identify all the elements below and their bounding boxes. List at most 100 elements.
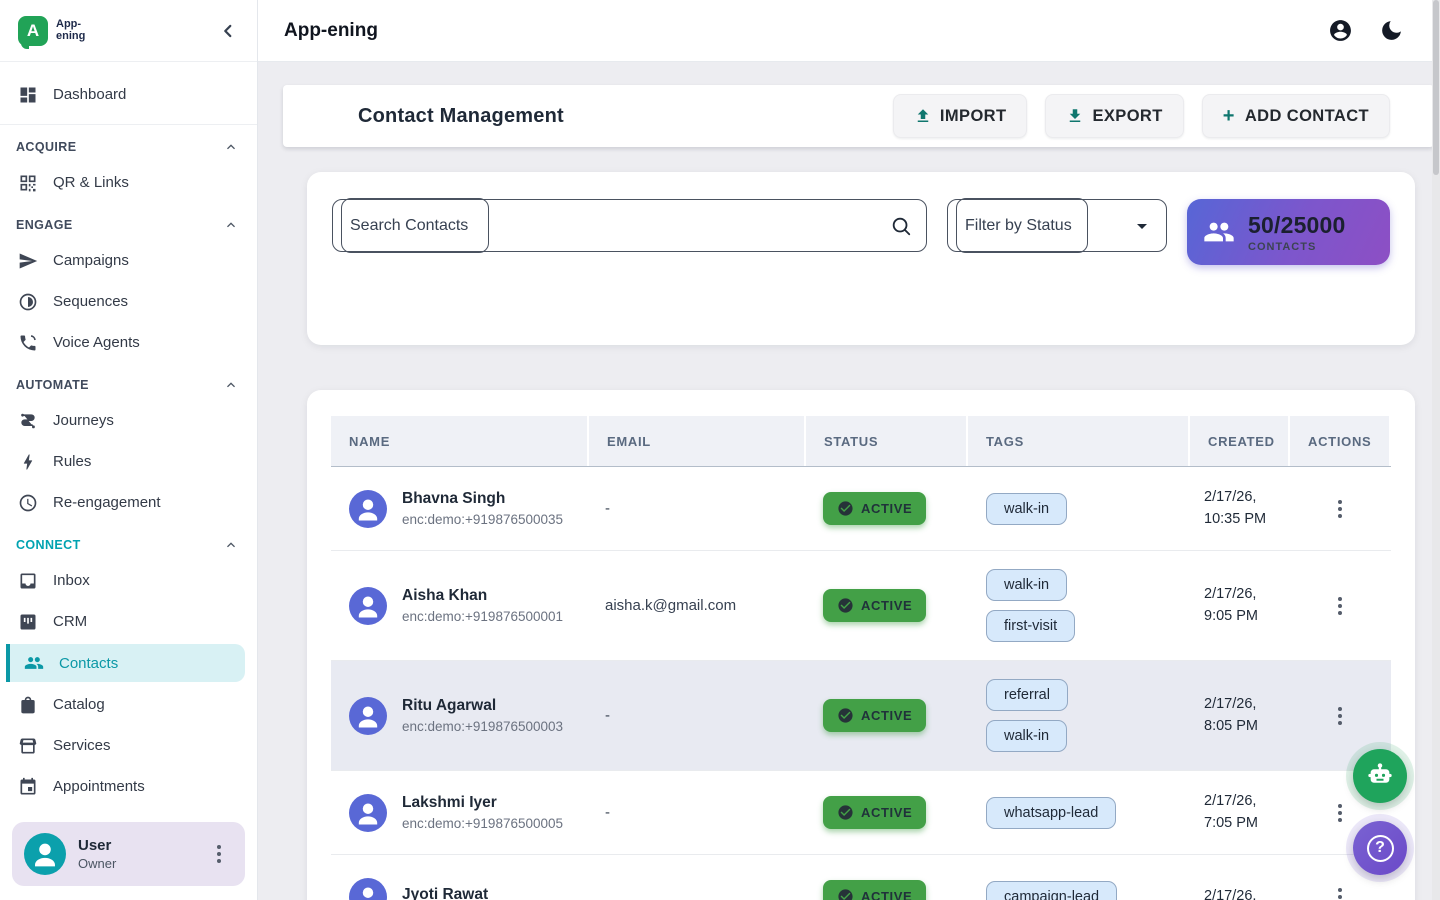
dashboard-icon — [18, 85, 38, 105]
scrollbar-thumb[interactable] — [1433, 0, 1439, 175]
search-input-field[interactable] — [332, 199, 927, 252]
sidebar-item-services[interactable]: Services — [0, 725, 257, 766]
created-date: 2/17/26, — [1204, 791, 1290, 812]
created-date: 2/17/26, — [1204, 584, 1290, 605]
contact-name: Aisha Khan — [402, 587, 563, 605]
section-header-automate[interactable]: AUTOMATE — [0, 363, 257, 400]
question-mark-icon: ? — [1367, 835, 1394, 862]
sidebar-item-qr-links[interactable]: QR & Links — [0, 162, 257, 203]
created-time: 7:05 PM — [1204, 813, 1290, 834]
dropdown-arrow-icon — [1130, 214, 1154, 238]
user-name: User — [78, 837, 116, 854]
search-input[interactable] — [333, 217, 853, 235]
contact-avatar — [349, 697, 387, 735]
created-date: 2/17/26, — [1204, 487, 1290, 508]
sidebar-item-appointments[interactable]: Appointments — [0, 766, 257, 807]
section-header-engage[interactable]: ENGAGE — [0, 203, 257, 240]
status-badge[interactable]: ACTIVE — [823, 589, 926, 622]
table-row: Bhavna Singh enc:demo:+919876500035 - AC… — [331, 467, 1391, 551]
dark-mode-moon-icon[interactable] — [1379, 18, 1404, 43]
people-icon — [24, 653, 44, 673]
sidebar-item-inbox[interactable]: Inbox — [0, 560, 257, 601]
row-actions-menu-button[interactable] — [1338, 707, 1342, 725]
sidebar-item-journeys[interactable]: Journeys — [0, 400, 257, 441]
filter-panel: Filter by Status 50/25000 CONTACTS — [307, 172, 1415, 345]
contact-name: Lakshmi Iyer — [402, 794, 563, 812]
upload-icon — [914, 107, 932, 125]
created-time: 9:05 PM — [1204, 606, 1290, 627]
column-header-tags: TAGS — [968, 416, 1190, 466]
app-logo-icon: A — [18, 16, 48, 46]
created-time: 8:05 PM — [1204, 716, 1290, 737]
check-circle-icon — [837, 597, 854, 614]
chevron-up-icon — [223, 139, 239, 155]
sidebar-item-catalog[interactable]: Catalog — [0, 684, 257, 725]
contact-avatar — [349, 587, 387, 625]
status-filter-select[interactable]: Filter by Status — [947, 199, 1167, 252]
topbar-title: App-ening — [284, 20, 378, 42]
calendar-icon — [18, 777, 38, 797]
download-icon — [1066, 107, 1084, 125]
sequences-icon — [18, 292, 38, 312]
export-button[interactable]: EXPORT — [1045, 94, 1183, 138]
sidebar-header: A App- ening — [0, 0, 257, 62]
section-header-connect[interactable]: CONNECT — [0, 523, 257, 560]
column-header-email: EMAIL — [589, 416, 806, 466]
sidebar-item-voice-agents[interactable]: Voice Agents — [0, 322, 257, 363]
row-actions-menu-button[interactable] — [1338, 597, 1342, 615]
row-actions-menu-button[interactable] — [1338, 500, 1342, 518]
contacts-count-badge: 50/25000 CONTACTS — [1187, 199, 1390, 265]
help-fab[interactable]: ? — [1353, 821, 1407, 875]
sidebar-item-sequences[interactable]: Sequences — [0, 281, 257, 322]
contact-email: aisha.k@gmail.com — [589, 597, 806, 614]
robot-icon — [1366, 762, 1394, 790]
row-actions-menu-button[interactable] — [1338, 804, 1342, 822]
account-icon[interactable] — [1328, 18, 1353, 43]
add-contact-button[interactable]: + ADD CONTACT — [1202, 94, 1390, 138]
sidebar-item-campaigns[interactable]: Campaigns — [0, 240, 257, 281]
sidebar-collapse-button[interactable] — [217, 20, 239, 42]
sidebar-item-contacts[interactable]: Contacts — [6, 644, 245, 682]
phone-icon — [18, 333, 38, 353]
page-title: Contact Management — [358, 105, 564, 128]
plus-icon: + — [1223, 105, 1235, 128]
tag-pill: walk-in — [986, 720, 1067, 752]
sidebar-item-rules[interactable]: Rules — [0, 441, 257, 482]
tag-pill: referral — [986, 679, 1068, 711]
contact-email: - — [589, 707, 806, 724]
column-header-name: NAME — [331, 416, 589, 466]
table-row: Ritu Agarwal enc:demo:+919876500003 - AC… — [331, 661, 1391, 771]
sidebar-nav: Dashboard ACQUIRE QR & Links ENGAGE Camp… — [0, 62, 257, 807]
import-button[interactable]: IMPORT — [893, 94, 1028, 138]
sidebar-item-crm[interactable]: CRM — [0, 601, 257, 642]
row-actions-menu-button[interactable] — [1338, 888, 1342, 900]
contact-phone: enc:demo:+919876500003 — [402, 719, 563, 734]
contact-name: Jyoti Rawat — [402, 886, 488, 900]
chevron-left-icon — [217, 20, 239, 42]
storefront-icon — [18, 736, 38, 756]
user-menu-button[interactable] — [217, 845, 233, 863]
sidebar-item-re-engagement[interactable]: Re-engagement — [0, 482, 257, 523]
section-header-acquire[interactable]: ACQUIRE — [0, 125, 257, 162]
contact-email: - — [589, 500, 806, 517]
check-circle-icon — [837, 707, 854, 724]
assistant-bot-fab[interactable] — [1353, 749, 1407, 803]
table-row: Aisha Khan enc:demo:+919876500001 aisha.… — [331, 551, 1391, 661]
user-card[interactable]: User Owner — [12, 822, 245, 886]
check-circle-icon — [837, 804, 854, 821]
status-filter-label: Filter by Status — [948, 217, 1072, 235]
tag-pill: walk-in — [986, 569, 1067, 601]
contact-email: - — [589, 804, 806, 821]
status-badge[interactable]: ACTIVE — [823, 699, 926, 732]
contacts-count-caption: CONTACTS — [1248, 241, 1346, 253]
send-icon — [18, 251, 38, 271]
contact-avatar — [349, 794, 387, 832]
status-badge[interactable]: ACTIVE — [823, 796, 926, 829]
status-badge[interactable]: ACTIVE — [823, 880, 926, 900]
status-badge[interactable]: ACTIVE — [823, 492, 926, 525]
tag-pill: whatsapp-lead — [986, 797, 1116, 829]
sidebar-item-dashboard[interactable]: Dashboard — [0, 74, 257, 115]
contacts-count-value: 50/25000 — [1248, 212, 1346, 239]
table-header-row: NAME EMAIL STATUS TAGS CREATED ACTIONS — [331, 416, 1391, 467]
app-window: A App- ening Dashboard ACQUIRE QR & Link… — [0, 0, 1440, 900]
